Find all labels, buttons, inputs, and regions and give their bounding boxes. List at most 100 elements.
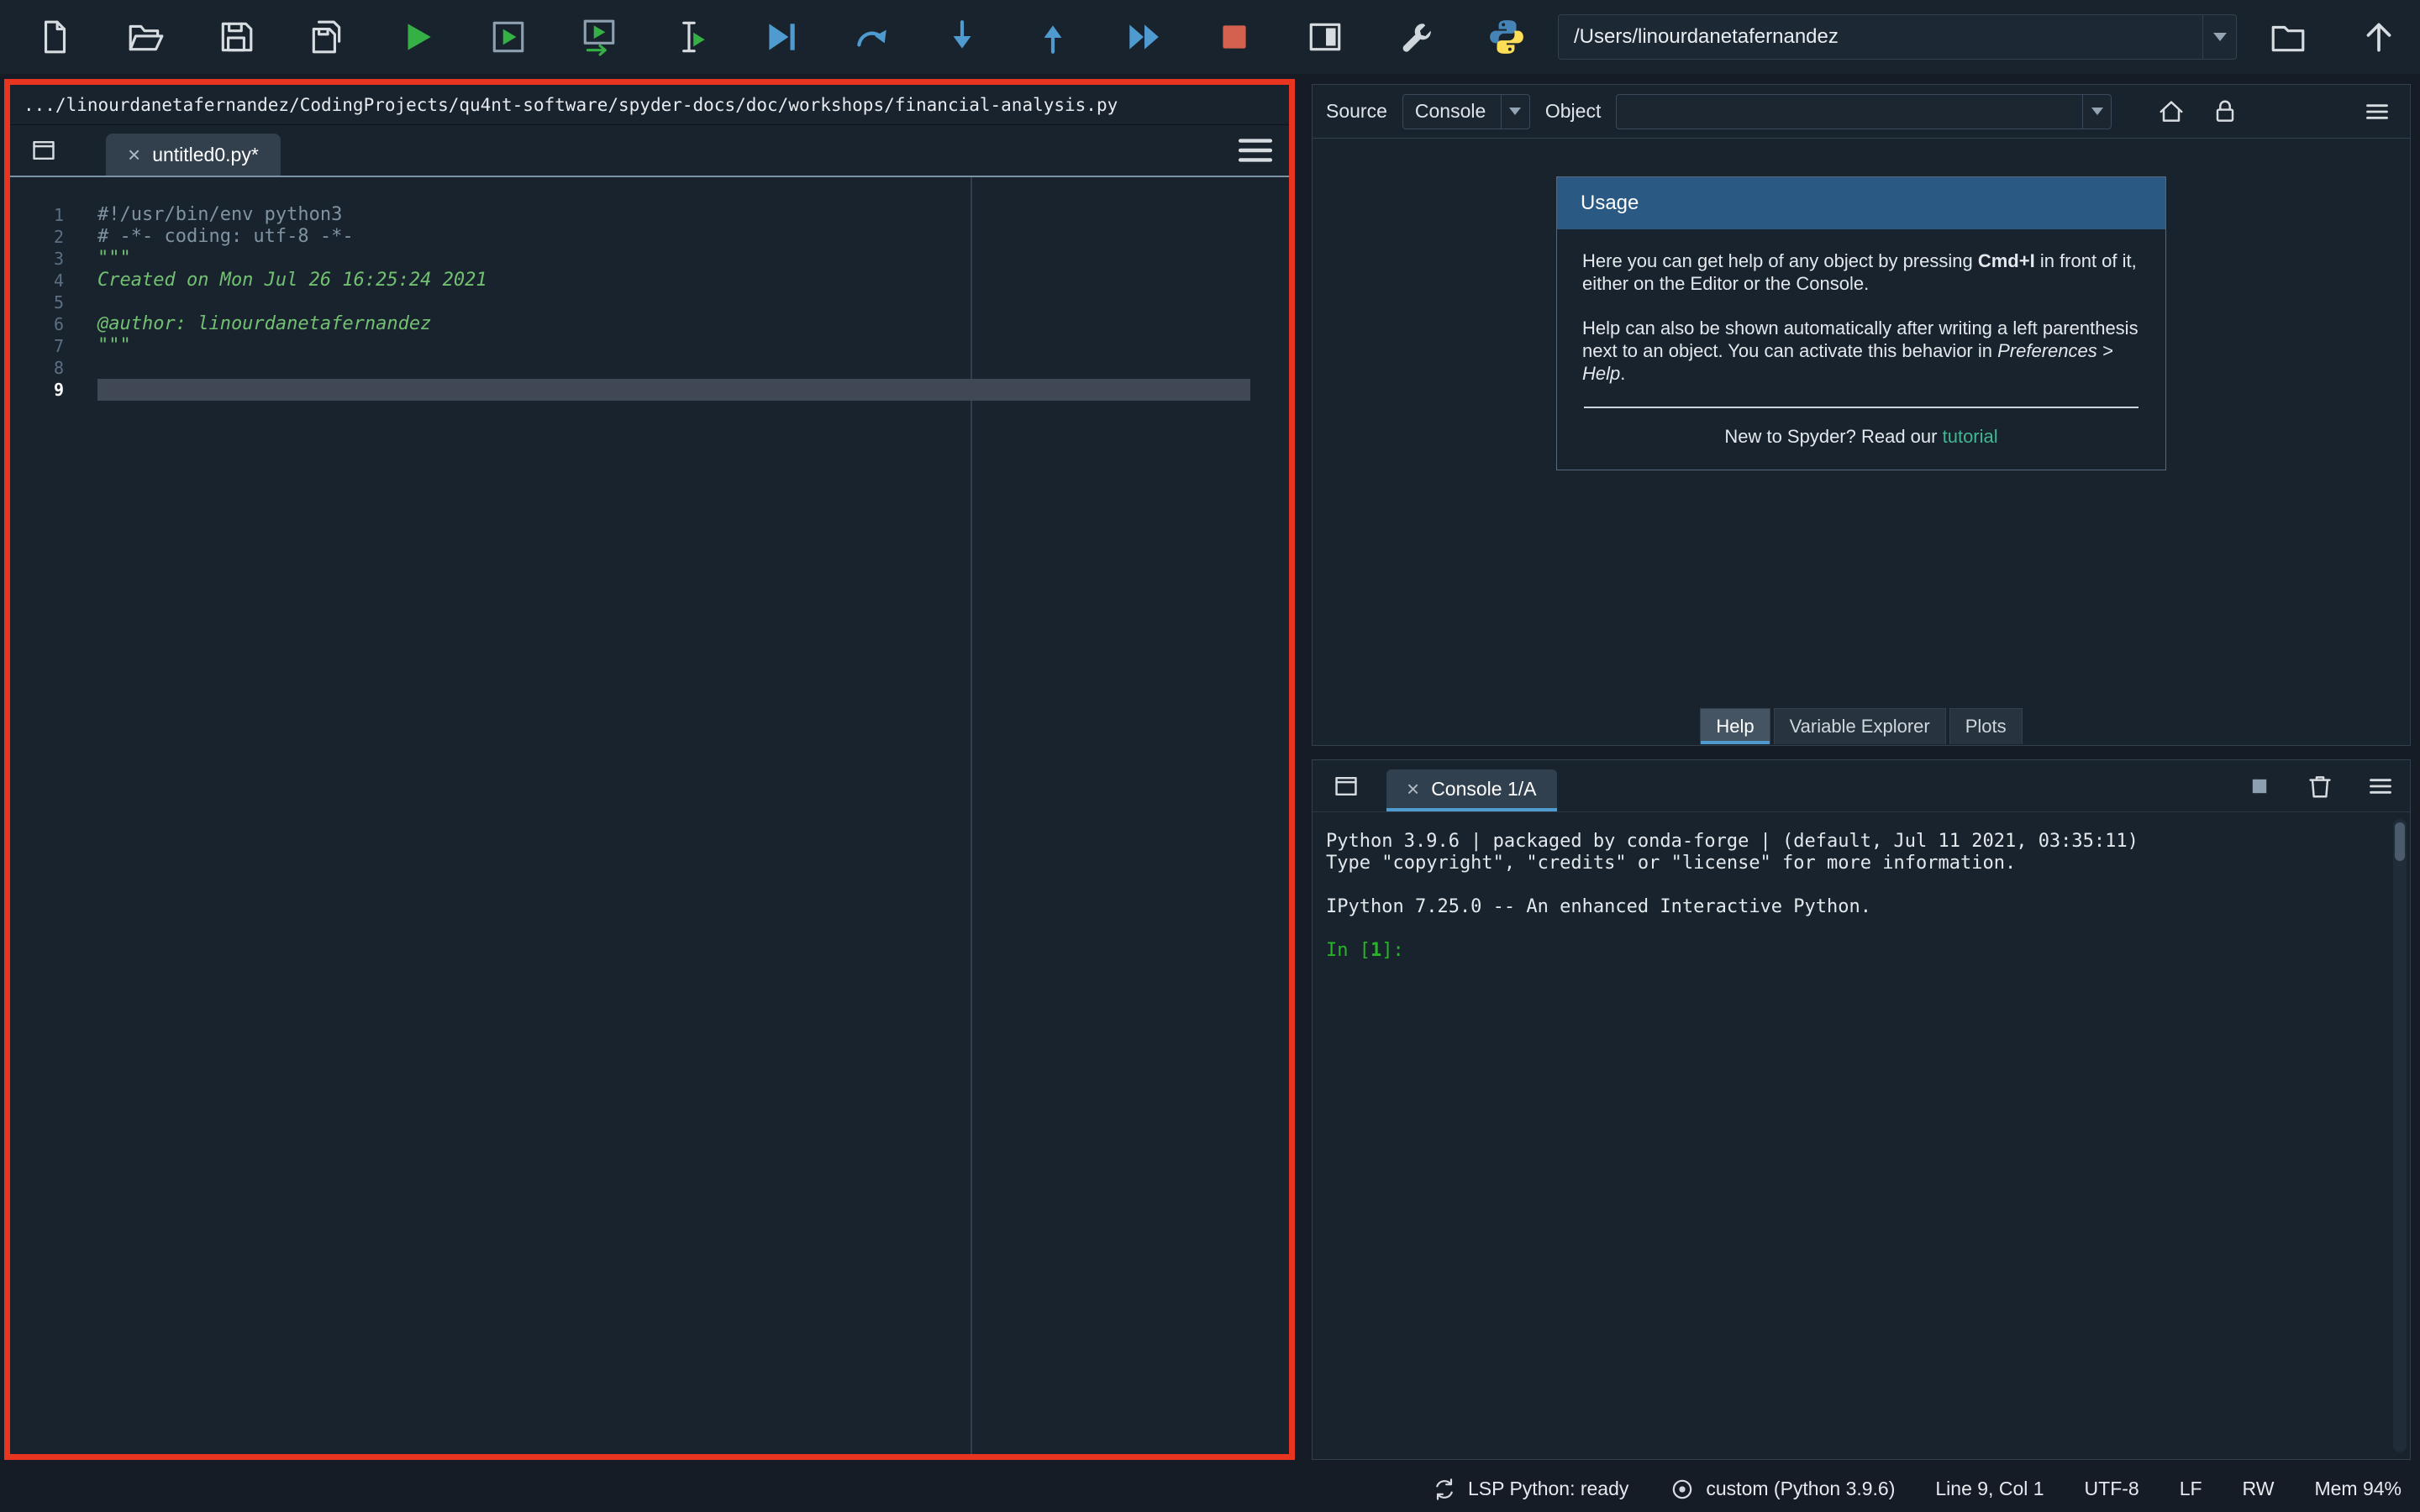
editor-line-5[interactable]: 5 xyxy=(10,291,1289,313)
editor-line-2[interactable]: 2# -*- coding: utf-8 -*- xyxy=(10,226,1289,248)
help-options-menu-button[interactable] xyxy=(2358,92,2396,131)
stop-icon xyxy=(1215,18,1254,56)
stop-button[interactable] xyxy=(1195,10,1274,64)
run-selection-button[interactable] xyxy=(650,10,729,64)
working-directory-dropdown-button[interactable] xyxy=(2202,15,2236,59)
close-icon[interactable]: × xyxy=(1407,778,1419,800)
home-button[interactable] xyxy=(2152,92,2191,131)
editor-line-1[interactable]: 1#!/usr/bin/env python3 xyxy=(10,204,1289,226)
preferences-wrench-button[interactable] xyxy=(1376,10,1455,64)
interpreter-icon xyxy=(1669,1476,1696,1503)
continue-button[interactable] xyxy=(1104,10,1183,64)
editor-code-area[interactable]: 1#!/usr/bin/env python32# -*- coding: ut… xyxy=(10,177,1289,1454)
editor-panel: .../linourdanetafernandez/CodingProjects… xyxy=(4,79,1295,1460)
open-file-button[interactable] xyxy=(106,10,185,64)
editor-line-3[interactable]: 3""" xyxy=(10,248,1289,270)
editor-line-6[interactable]: 6@author: linourdanetafernandez xyxy=(10,313,1289,335)
cursor-position-status: Line 9, Col 1 xyxy=(1935,1478,2044,1500)
new-file-button[interactable] xyxy=(15,10,94,64)
debug-file-button[interactable] xyxy=(741,10,820,64)
chevron-down-icon xyxy=(2213,33,2227,41)
code-text: """ xyxy=(97,248,1250,270)
remove-console-button[interactable] xyxy=(2301,767,2339,806)
code-text: @author: linourdanetafernandez xyxy=(97,313,1250,335)
run-cell-advance-icon xyxy=(580,18,618,56)
console-options-menu-button[interactable] xyxy=(2361,767,2400,806)
source-select-dropdown[interactable] xyxy=(1501,95,1529,129)
run-file-button[interactable] xyxy=(378,10,457,64)
tab-console-1a[interactable]: × Console 1/A xyxy=(1386,769,1557,811)
continue-icon xyxy=(1124,18,1163,56)
step-return-button[interactable] xyxy=(1013,10,1092,64)
interpreter-status[interactable]: custom (Python 3.9.6) xyxy=(1669,1476,1895,1503)
browse-tabs-button[interactable] xyxy=(20,129,67,172)
home-icon xyxy=(2156,97,2186,127)
save-all-button[interactable] xyxy=(287,10,366,64)
usage-paragraph-2: Help can also be shown automatically aft… xyxy=(1582,317,2140,385)
maximize-pane-button[interactable] xyxy=(1286,10,1365,64)
tutorial-link[interactable]: tutorial xyxy=(1943,426,1998,447)
console-actions xyxy=(2240,767,2400,806)
editor-line-4[interactable]: 4Created on Mon Jul 26 16:25:24 2021 xyxy=(10,270,1289,291)
close-icon[interactable]: × xyxy=(128,144,140,165)
object-combobox-dropdown[interactable] xyxy=(2082,95,2111,129)
chevron-down-icon xyxy=(1509,108,1521,115)
run-cell-icon xyxy=(489,18,528,56)
working-directory-input[interactable] xyxy=(1559,15,2202,59)
usage-footer: New to Spyder? Read our tutorial xyxy=(1582,425,2140,448)
object-combobox[interactable] xyxy=(1616,94,2112,129)
save-button[interactable] xyxy=(197,10,276,64)
run-cell-button[interactable] xyxy=(469,10,548,64)
lsp-status[interactable]: LSP Python: ready xyxy=(1431,1476,1628,1503)
hamburger-menu-icon xyxy=(2365,771,2396,801)
editor-options-menu-button[interactable] xyxy=(1232,129,1279,172)
run-cell-advance-button[interactable] xyxy=(560,10,639,64)
editor-line-8[interactable]: 8 xyxy=(10,357,1289,379)
editor-line-7[interactable]: 7""" xyxy=(10,335,1289,357)
new-file-icon xyxy=(35,18,74,56)
source-select[interactable]: Console xyxy=(1402,94,1530,129)
pane-tab-help[interactable]: Help xyxy=(1700,708,1770,744)
go-up-button[interactable] xyxy=(2339,10,2418,64)
object-label: Object xyxy=(1545,100,1601,123)
source-select-value: Console xyxy=(1403,100,1501,123)
python-path-manager-button[interactable] xyxy=(1467,10,1546,64)
debug-file-icon xyxy=(761,18,800,56)
scrollbar-thumb[interactable] xyxy=(2395,822,2405,861)
working-directory-combo[interactable] xyxy=(1558,14,2237,60)
tab-untitled0[interactable]: × untitled0.py* xyxy=(106,134,281,176)
divider xyxy=(1584,407,2139,408)
save-icon xyxy=(217,18,255,56)
console-output-area[interactable]: Python 3.9.6 | packaged by conda-forge |… xyxy=(1313,812,2410,1459)
code-text: #!/usr/bin/env python3 xyxy=(97,204,1250,226)
browse-directory-button[interactable] xyxy=(2249,10,2328,64)
line-number: 7 xyxy=(10,335,97,357)
line-number: 1 xyxy=(10,204,97,226)
console-prompt[interactable]: In [1]: xyxy=(1326,940,2373,962)
permissions-status: RW xyxy=(2243,1478,2275,1500)
line-number: 8 xyxy=(10,357,97,379)
pane-tab-plots[interactable]: Plots xyxy=(1949,708,2023,744)
console-tab-label: Console 1/A xyxy=(1431,778,1536,801)
console-scrollbar[interactable] xyxy=(2393,819,2407,1452)
pane-tab-variable-explorer[interactable]: Variable Explorer xyxy=(1774,708,1946,744)
editor-line-9[interactable]: 9 xyxy=(10,379,1289,401)
line-number: 2 xyxy=(10,226,97,248)
interrupt-kernel-button[interactable] xyxy=(2240,767,2279,806)
browse-tabs-button[interactable] xyxy=(1323,764,1370,808)
usage-card: Usage Here you can get help of any objec… xyxy=(1556,176,2166,470)
breadcrumb: .../linourdanetafernandez/CodingProjects… xyxy=(10,85,1289,125)
console-output-line: Python 3.9.6 | packaged by conda-forge |… xyxy=(1326,831,2373,853)
step-over-button[interactable] xyxy=(832,10,911,64)
usage-card-body: Here you can get help of any object by p… xyxy=(1557,229,2165,470)
usage-card-title: Usage xyxy=(1557,177,2165,229)
eol-status: LF xyxy=(2180,1478,2202,1500)
lock-button[interactable] xyxy=(2206,92,2244,131)
console-output-line: Type "copyright", "credits" or "license"… xyxy=(1326,853,2373,874)
stop-square-icon xyxy=(2244,771,2275,801)
editor-tabbar: × untitled0.py* xyxy=(10,125,1289,177)
run-selection-icon xyxy=(671,18,709,56)
step-into-button[interactable] xyxy=(923,10,1002,64)
line-number: 6 xyxy=(10,313,97,335)
line-number: 4 xyxy=(10,270,97,291)
